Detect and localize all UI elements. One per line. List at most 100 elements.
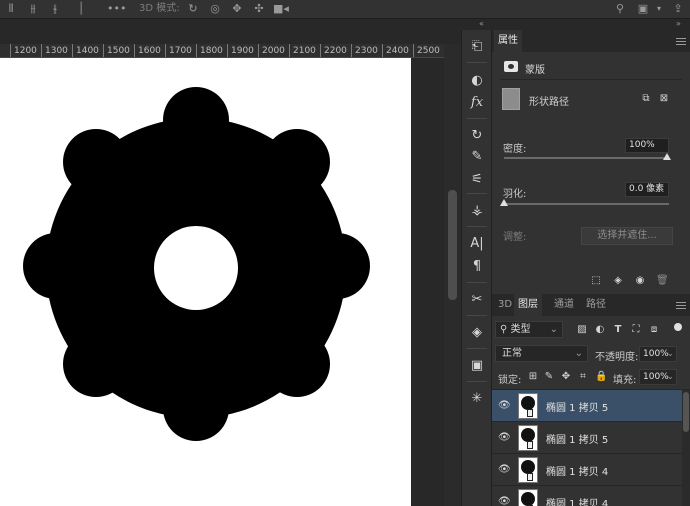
select-and-mask-button[interactable]: 选择并遮住... [581, 227, 673, 245]
layer-name[interactable]: 椭圆 1 拷贝 4 [546, 495, 608, 506]
tab-3d[interactable]: 3D [494, 294, 516, 316]
panel-collapse-bar[interactable]: « » [461, 19, 690, 30]
tab-channels[interactable]: 通道 [550, 294, 578, 316]
3d-roll-icon[interactable]: ◎ [208, 2, 222, 16]
clone-source-icon[interactable]: ⚶ [468, 202, 486, 220]
collapse-right-icon[interactable]: » [676, 19, 681, 28]
gear-shape[interactable] [0, 58, 411, 506]
workspace-icon[interactable]: ▣ [636, 2, 650, 16]
filter-pixel-icon[interactable]: ▨ [576, 324, 588, 336]
blend-mode-value: 正常 [502, 348, 522, 359]
feather-field[interactable]: 0.0 像素 [625, 182, 669, 197]
filter-shape-icon[interactable]: ⛶ [630, 324, 642, 336]
3d-scale-icon[interactable]: ■◂ [273, 2, 289, 16]
align-center-icon[interactable]: ⫵ [26, 2, 40, 16]
density-field[interactable]: 100% [625, 138, 669, 153]
density-slider-knob[interactable] [663, 153, 671, 160]
layers-scrollbar-thumb[interactable] [683, 392, 689, 432]
ruler-label: 2200 [324, 46, 347, 56]
lock-all-icon[interactable]: 🔒 [595, 371, 607, 383]
eye-icon[interactable]: 👁 [498, 464, 511, 476]
shape-path-label: 形状路径 [529, 97, 569, 108]
layer-thumbnail [518, 457, 538, 483]
load-selection-icon[interactable]: ⬚ [590, 275, 602, 287]
feather-row: 羽化: 0.0 像素 [492, 182, 690, 216]
tab-layers[interactable]: 图层 [514, 294, 542, 316]
tab-paths[interactable]: 路径 [582, 294, 610, 316]
brush-settings-icon[interactable]: ⚟ [468, 171, 486, 189]
lock-image-icon[interactable]: ✎ [543, 371, 555, 383]
filter-adjustment-icon[interactable]: ◐ [594, 324, 606, 336]
density-slider-track[interactable] [504, 157, 669, 159]
3d-icon[interactable]: ◈ [468, 324, 486, 342]
3d-slide-icon[interactable]: ✣ [252, 2, 266, 16]
feather-slider-knob[interactable] [500, 199, 508, 206]
right-panel-dock: 属性 蒙版 形状路径 ⧉ ⊠ 密度: 100% 羽化: 0.0 像素 调整: 选… [492, 30, 690, 506]
delete-mask-icon[interactable]: 🗑 [656, 275, 669, 287]
tool-presets-icon[interactable]: ✂ [468, 291, 486, 309]
ruler-label: 2500 [417, 46, 440, 56]
ruler-label: 1900 [231, 46, 254, 56]
fill-label: 填充: [613, 375, 637, 386]
layer-row[interactable]: 👁 椭圆 1 拷贝 5 [492, 422, 682, 454]
layer-name[interactable]: 椭圆 1 拷贝 5 [546, 431, 608, 446]
search-icon[interactable]: ⚲ [613, 2, 627, 16]
document-canvas[interactable] [0, 58, 411, 506]
3d-rotate-icon[interactable]: ↻ [186, 2, 200, 16]
panel-menu-icon[interactable] [676, 38, 686, 45]
align-left-icon[interactable]: ⫴ [4, 2, 18, 16]
collapse-left-icon[interactable]: « [479, 19, 484, 28]
more-options-icon[interactable]: ••• [107, 2, 126, 16]
brush-icon[interactable]: ✎ [468, 148, 486, 166]
history-icon[interactable]: ⎗ [468, 38, 486, 56]
layer-row[interactable]: 👁 椭圆 1 拷贝 5 [492, 390, 682, 422]
color-icon[interactable]: ◐ [468, 72, 486, 90]
styles-fx-icon[interactable]: fx [468, 94, 486, 112]
chevron-down-icon: ⌄ [574, 348, 583, 359]
scrollbar-thumb[interactable] [448, 190, 457, 300]
layer-row[interactable]: 👁 椭圆 1 拷贝 4 [492, 486, 682, 506]
opacity-field[interactable]: 100% ⌄ [639, 346, 677, 362]
tab-properties[interactable]: 属性 [494, 30, 522, 52]
eye-icon[interactable]: 👁 [498, 496, 511, 506]
navigator-icon[interactable]: ▣ [468, 357, 486, 375]
share-icon[interactable]: ⇪ [671, 2, 685, 16]
align-bottom-icon[interactable]: ⫳ [48, 2, 62, 16]
lock-position-icon[interactable]: ✥ [560, 371, 572, 383]
lock-transparent-icon[interactable]: ⊞ [527, 371, 539, 383]
adjust-label: 调整: [503, 232, 527, 243]
blend-mode-select[interactable]: 正常 ⌄ [495, 345, 588, 362]
eye-icon[interactable]: 👁 [498, 432, 511, 444]
select-path-icon[interactable]: ⧉ [640, 93, 652, 105]
libraries-icon[interactable]: ✳ [468, 390, 486, 408]
fill-field[interactable]: 100% ⌄ [639, 369, 677, 385]
separator-icon: │ [77, 2, 85, 15]
chevron-down-icon[interactable]: ▾ [652, 2, 666, 16]
lock-artboard-icon[interactable]: ⌗ [577, 371, 589, 383]
ruler-label: 2000 [262, 46, 285, 56]
3d-drag-icon[interactable]: ✥ [230, 2, 244, 16]
layer-thumbnail [518, 489, 538, 506]
paragraph-icon[interactable]: ¶ [468, 258, 486, 276]
blend-row: 正常 ⌄ 不透明度: 100% ⌄ [492, 344, 690, 364]
filter-kind-select[interactable]: ⚲ 类型 ⌄ [495, 321, 563, 338]
pasteboard [411, 58, 444, 506]
adjustments-icon[interactable]: ↻ [468, 127, 486, 145]
filter-smart-object-icon[interactable]: ⧈ [648, 324, 660, 336]
options-bar: ⫴ ⫵ ⫳ │ ••• 3D 模式: ↻ ◎ ✥ ✣ ■◂ ⚲ ▣ ▾ ⇪ [0, 0, 690, 19]
filter-type-icon[interactable]: T [612, 324, 624, 336]
layer-name[interactable]: 椭圆 1 拷贝 4 [546, 463, 608, 478]
search-icon: ⚲ [500, 324, 511, 335]
character-icon[interactable]: A| [468, 235, 486, 253]
apply-mask-icon[interactable]: ◈ [612, 275, 624, 287]
layer-row[interactable]: 👁 椭圆 1 拷贝 4 [492, 454, 682, 486]
filter-toggle-icon[interactable] [674, 323, 682, 331]
layers-menu-icon[interactable] [676, 302, 686, 309]
feather-slider-track[interactable] [504, 203, 669, 205]
layer-name[interactable]: 椭圆 1 拷贝 5 [546, 399, 608, 414]
opacity-value: 100% [643, 349, 669, 359]
add-mask-icon[interactable]: ⊠ [658, 93, 670, 105]
eye-icon[interactable]: 👁 [498, 400, 511, 412]
ruler-label: 1600 [138, 46, 161, 56]
visibility-icon[interactable]: ◉ [634, 275, 646, 287]
